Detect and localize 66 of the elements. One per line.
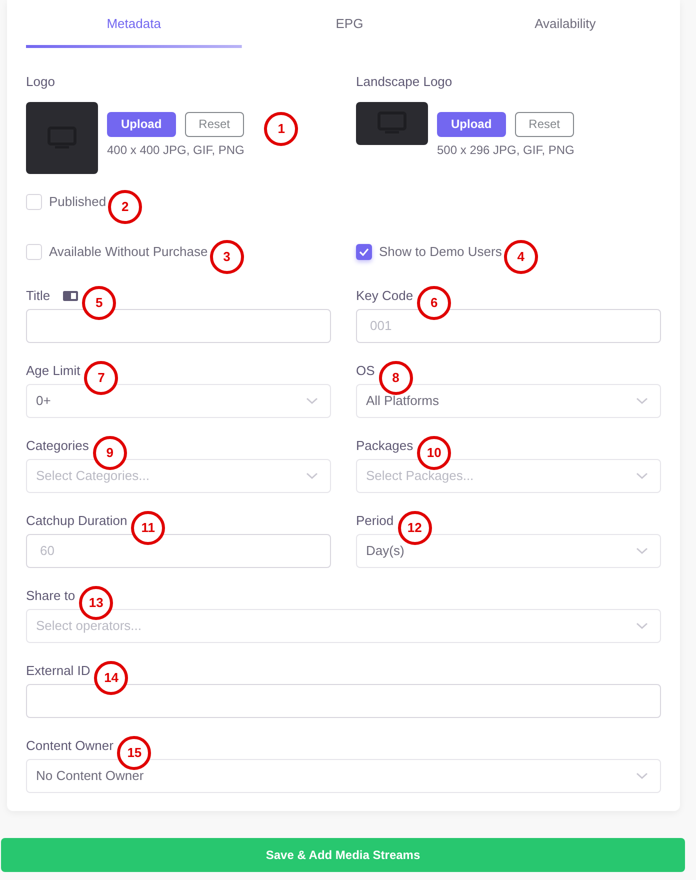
callout-marker: 4	[504, 240, 538, 274]
select-dropdown[interactable]: No Content Owner	[26, 758, 661, 792]
select-dropdown[interactable]: 0+	[26, 384, 331, 418]
callout-marker: 6	[417, 286, 452, 320]
chevron-down-icon	[306, 472, 318, 480]
checkbox-label: Published	[49, 192, 106, 211]
field-label: External ID	[26, 662, 90, 680]
callout-marker: 15	[117, 736, 152, 770]
field-label: Title	[26, 286, 50, 305]
field-label: OS	[356, 362, 375, 380]
chevron-down-icon	[306, 396, 318, 404]
tab[interactable]: EPG	[242, 0, 458, 48]
text-input[interactable]: 60	[26, 534, 331, 568]
field-label: Key Code	[356, 286, 414, 305]
callout-marker: 10	[417, 436, 452, 470]
text-input[interactable]: 001	[356, 308, 661, 342]
chevron-down-icon	[636, 772, 648, 780]
checkbox[interactable]	[26, 244, 42, 260]
field-label: Content Owner	[26, 736, 114, 755]
field-label: Catchup Duration	[26, 512, 128, 530]
callout-marker: 7	[84, 360, 118, 394]
select-dropdown[interactable]: Day(s)	[356, 534, 661, 568]
tab[interactable]: Availability	[457, 0, 673, 48]
field-label: Landscape Logo	[356, 73, 454, 91]
chevron-down-icon	[636, 546, 648, 554]
size-hint: 500 x 296 JPG, GIF, PNG	[437, 142, 574, 158]
text-input[interactable]	[26, 308, 331, 342]
checkbox-label: Show to Demo Users	[379, 242, 502, 261]
select-value: Select Categories...	[36, 466, 150, 485]
chevron-down-icon	[636, 396, 648, 404]
callout-marker: 8	[378, 360, 413, 394]
chevron-down-icon	[636, 622, 648, 630]
field-label: Categories	[26, 436, 89, 455]
select-value: All Platforms	[366, 392, 439, 410]
callout-marker: 12	[398, 510, 432, 544]
select-value: Day(s)	[366, 542, 404, 560]
select-value: No Content Owner	[36, 766, 144, 785]
callout-marker: 13	[79, 586, 114, 620]
select-value: Select operators...	[36, 616, 142, 635]
field-label: Packages	[356, 436, 414, 455]
save-button[interactable]: Save & Add Media Streams	[1, 838, 685, 872]
check-icon	[359, 248, 369, 256]
reset-button[interactable]: Reset	[514, 112, 574, 136]
callout-marker: 5	[82, 286, 116, 320]
select-value: Select Packages...	[366, 466, 474, 485]
callout-marker: 3	[210, 240, 244, 274]
reset-button[interactable]: Reset	[184, 112, 244, 136]
field-label: Period	[356, 512, 394, 530]
field-label: Age Limit	[26, 362, 80, 380]
size-hint: 400 x 400 JPG, GIF, PNG	[107, 142, 244, 158]
field-label: Logo	[26, 73, 56, 91]
field-label: Share to	[26, 586, 76, 605]
chevron-down-icon	[636, 472, 648, 480]
upload-button[interactable]: Upload	[107, 112, 176, 136]
checkbox[interactable]	[26, 194, 42, 210]
select-dropdown[interactable]: All Platforms	[356, 384, 661, 418]
text-input[interactable]	[26, 684, 661, 718]
callout-marker: 11	[131, 510, 166, 544]
select-value: 0+	[36, 392, 51, 410]
checkbox-label: Available Without Purchase	[49, 242, 208, 261]
checkbox[interactable]	[356, 244, 372, 260]
upload-button[interactable]: Upload	[437, 112, 506, 136]
callout-marker: 2	[108, 190, 142, 224]
callout-marker: 9	[92, 436, 127, 470]
callout-marker: 1	[264, 112, 298, 146]
callout-marker: 14	[94, 660, 128, 694]
